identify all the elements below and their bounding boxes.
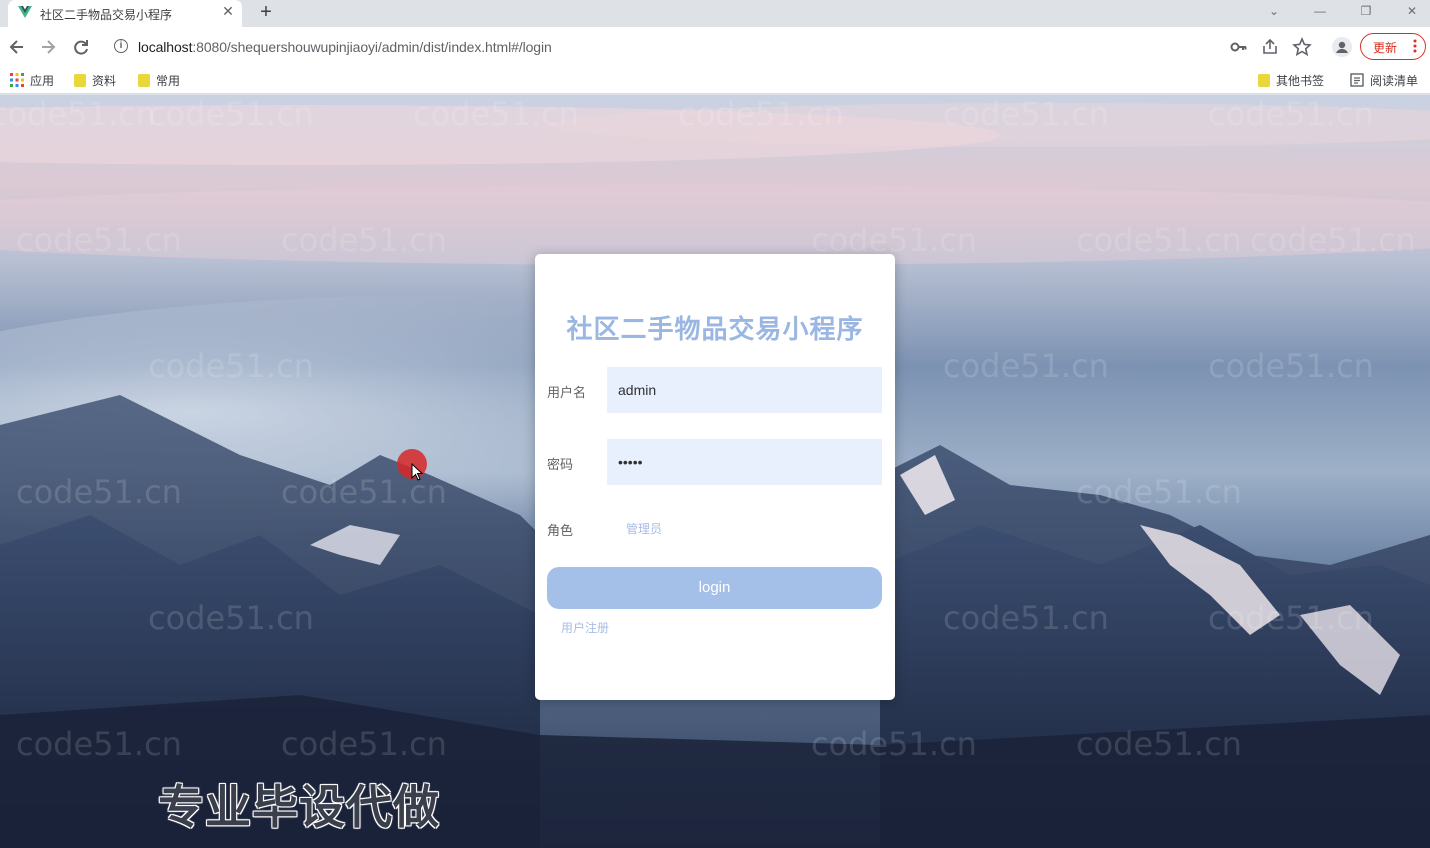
bookmark-other[interactable]: 其他书签 [1258,72,1324,88]
password-input[interactable] [607,439,882,485]
watermark: code51.cn [1076,725,1242,763]
folder-icon [1258,74,1270,87]
role-option-admin[interactable]: 管理员 [626,520,662,537]
bookmark-label: 常用 [156,74,181,88]
watermark: code51.cn [16,221,182,259]
vue-logo-icon [18,6,32,18]
watermark: code51.cn [1076,473,1242,511]
folder-icon [74,74,86,87]
watermark: code51.cn [1208,599,1374,637]
update-label: 更新 [1373,41,1398,55]
watermark: code51.cn [0,95,156,133]
update-button[interactable]: 更新 [1360,33,1426,60]
watermark: code51.cn [281,221,447,259]
more-menu-icon [1413,39,1417,53]
login-card: 社区二手物品交易小程序 用户名 密码 角色 管理员 login 用户注册 [535,254,895,700]
login-button[interactable]: login [547,567,882,609]
watermark: code51.cn [281,725,447,763]
role-label: 角色 [547,523,574,538]
watermark: code51.cn [413,95,579,133]
navigation-bar: i localhost:8080/shequershouwupinjiaoyi/… [0,27,1430,66]
profile-icon[interactable] [1332,37,1352,57]
watermark: code51.cn [1076,221,1242,259]
watermark: code51.cn [148,599,314,637]
bookmark-folder-ziliao[interactable]: 资料 [74,72,116,88]
bookmark-label: 资料 [92,74,117,88]
tab-title: 社区二手物品交易小程序 [40,8,173,22]
watermark: code51.cn [943,347,1109,385]
register-link[interactable]: 用户注册 [561,619,609,636]
bookmark-folder-changyong[interactable]: 常用 [138,72,180,88]
system-title: 社区二手物品交易小程序 [566,314,864,344]
watermark: code51.cn [1208,347,1374,385]
new-tab-icon[interactable]: + [256,2,276,22]
mouse-cursor-icon [411,463,423,481]
watermark: code51.cn [16,473,182,511]
watermark: code51.cn [943,599,1109,637]
reload-icon[interactable] [71,37,91,57]
info-icon[interactable]: i [114,39,128,53]
apps-grid-icon [10,73,24,87]
close-window-icon[interactable]: ✕ [1400,2,1424,20]
minimize-icon[interactable]: — [1308,2,1332,20]
password-label: 密码 [547,457,574,472]
folder-icon [138,74,150,87]
bookmark-other-label: 其他书签 [1276,74,1325,88]
bookmark-apps-label: 应用 [30,74,55,88]
back-icon[interactable] [7,37,27,57]
address-bar[interactable]: i localhost:8080/shequershouwupinjiaoyi/… [104,32,1224,61]
username-label: 用户名 [547,385,587,400]
watermark: code51.cn [16,725,182,763]
watermark: code51.cn [148,95,314,133]
reading-list-label: 阅读清单 [1370,74,1419,88]
watermark: code51.cn [1208,95,1374,133]
url-text[interactable]: localhost:8080/shequershouwupinjiaoyi/ad… [138,39,552,55]
bookmark-star-icon[interactable] [1292,37,1312,57]
watermark: code51.cn [943,95,1109,133]
share-icon[interactable] [1260,37,1280,57]
page-viewport: code51.cn code51.cn code51.cn code51.cn … [0,95,1430,848]
overlay-banner-text: 专业毕设代做 [158,780,440,834]
bookmark-apps[interactable]: 应用 [10,72,54,88]
restore-icon[interactable]: ❐ [1354,2,1378,20]
watermark: code51.cn [678,95,844,133]
forward-icon[interactable] [38,37,58,57]
browser-tab[interactable]: 社区二手物品交易小程序 ✕ [8,0,242,27]
tab-bar: 社区二手物品交易小程序 ✕ + ⌄ — ❐ ✕ [0,0,1430,27]
watermark: code51.cn [148,347,314,385]
close-tab-icon[interactable]: ✕ [220,3,236,19]
watermark: code51.cn [811,725,977,763]
tab-search-icon[interactable]: ⌄ [1262,2,1286,20]
username-input[interactable] [607,367,882,413]
watermark: code51.cn [1250,221,1416,259]
bookmarks-bar: 应用 资料 常用 其他书签 阅读清单 [0,66,1430,94]
reading-list[interactable]: 阅读清单 [1350,72,1418,88]
key-icon[interactable] [1229,37,1249,57]
reading-list-icon [1350,73,1364,87]
